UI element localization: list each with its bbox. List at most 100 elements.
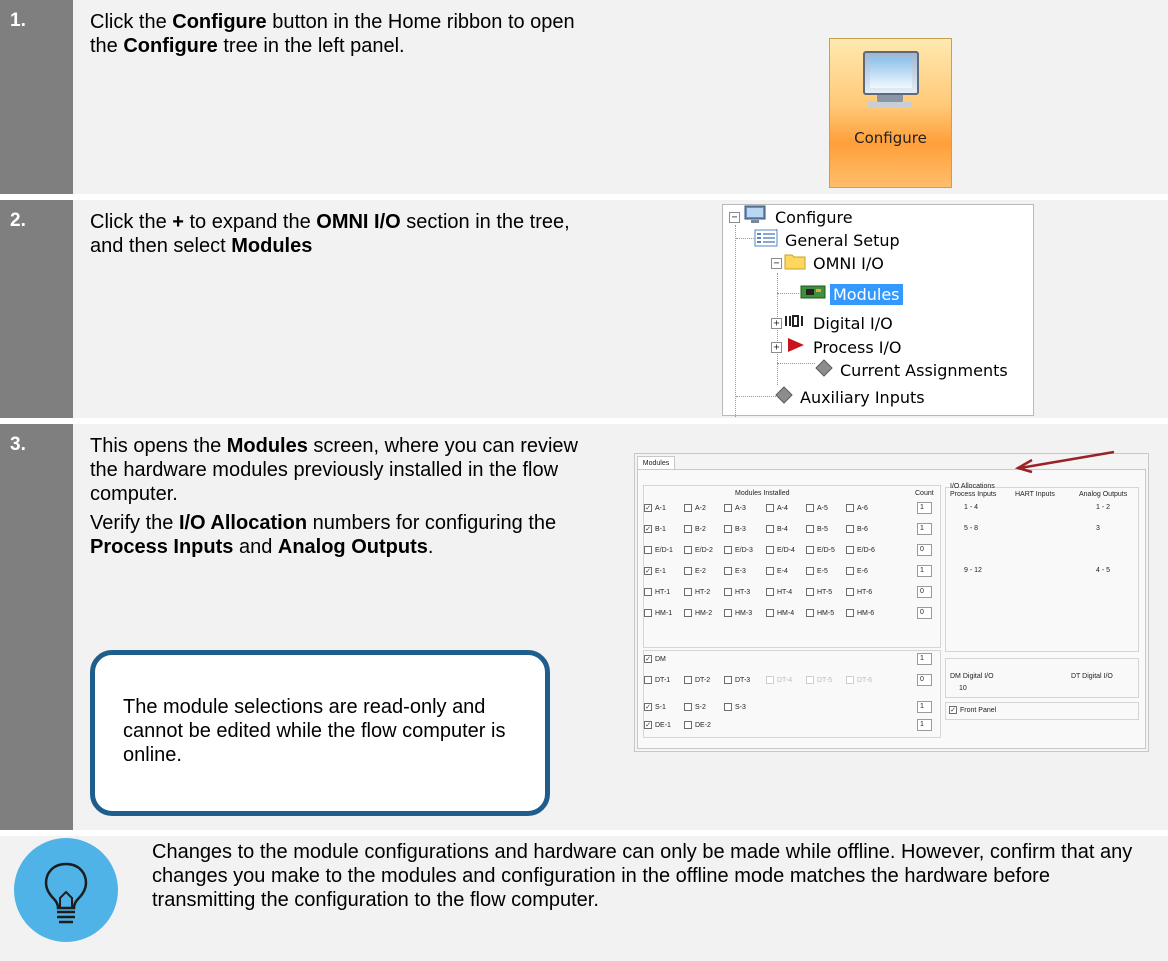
- red-arrow-icon: [1014, 450, 1115, 474]
- tree-label: Configure: [775, 207, 853, 227]
- front-panel-checkbox[interactable]: ✓ Front Panel: [949, 706, 996, 714]
- module-checkbox[interactable]: A-3: [724, 504, 746, 512]
- module-checkbox[interactable]: HM-2: [684, 609, 712, 617]
- modules-tab[interactable]: Modules: [637, 456, 675, 470]
- count-field[interactable]: 1: [917, 653, 932, 665]
- module-checkbox[interactable]: B-6: [846, 525, 868, 533]
- module-checkbox[interactable]: B-5: [806, 525, 828, 533]
- step-number: 1.: [10, 10, 26, 31]
- collapse-toggle[interactable]: −: [729, 211, 740, 223]
- tree-node-process-io[interactable]: + Process I/O: [771, 335, 904, 359]
- module-checkbox[interactable]: HM-5: [806, 609, 834, 617]
- binary-digital-icon: [784, 313, 806, 333]
- text-bold: Modules: [231, 235, 313, 257]
- dt-module-checkbox[interactable]: DT-6: [846, 676, 872, 684]
- count-field[interactable]: 1: [917, 502, 932, 514]
- module-checkbox[interactable]: E/D-2: [684, 546, 713, 554]
- step-number-bar: 1.: [0, 0, 73, 194]
- module-checkbox[interactable]: E/D-5: [806, 546, 835, 554]
- monitor-icon: [742, 205, 768, 229]
- checkbox-label: DM: [655, 655, 666, 663]
- module-checkbox[interactable]: E/D-6: [846, 546, 875, 554]
- de-module-checkbox[interactable]: ✓ DE-1: [644, 721, 671, 729]
- checkbox-label: B-4: [777, 525, 788, 533]
- s-module-checkbox[interactable]: S-2: [684, 703, 706, 711]
- checkbox-label: HT-4: [777, 588, 793, 596]
- checkbox-label: E/D-6: [857, 546, 875, 554]
- count-field[interactable]: 0: [917, 586, 932, 598]
- module-checkbox[interactable]: HT-5: [806, 588, 832, 596]
- expand-toggle[interactable]: +: [771, 341, 782, 353]
- tree-node-omni-io[interactable]: − OMNI I/O: [771, 251, 887, 275]
- dt-module-checkbox[interactable]: DT-1: [644, 676, 670, 684]
- tree-node-auxiliary-inputs[interactable]: Auxiliary Inputs: [775, 385, 928, 409]
- module-checkbox[interactable]: B-4: [766, 525, 788, 533]
- checkbox-label: Front Panel: [960, 706, 997, 714]
- de-module-checkbox[interactable]: DE-2: [684, 721, 711, 729]
- count-field[interactable]: 0: [917, 674, 932, 686]
- collapse-toggle[interactable]: −: [771, 257, 782, 269]
- count-field[interactable]: 0: [917, 607, 932, 619]
- module-checkbox[interactable]: HM-6: [846, 609, 874, 617]
- text-bold: Process Inputs: [90, 536, 234, 558]
- module-checkbox[interactable]: ✓ B-1: [644, 525, 666, 533]
- count-field[interactable]: 0: [917, 544, 932, 556]
- module-checkbox[interactable]: E/D-4: [766, 546, 795, 554]
- module-checkbox[interactable]: HT-6: [846, 588, 872, 596]
- module-checkbox[interactable]: B-3: [724, 525, 746, 533]
- s-module-checkbox[interactable]: ✓ S-1: [644, 703, 666, 711]
- tree-node-modules[interactable]: Modules: [800, 282, 903, 306]
- dt-module-checkbox[interactable]: DT-3: [724, 676, 750, 684]
- module-checkbox[interactable]: A-5: [806, 504, 828, 512]
- module-checkbox[interactable]: E/D-1: [644, 546, 673, 554]
- module-checkbox[interactable]: HT-2: [684, 588, 710, 596]
- module-checkbox[interactable]: E-4: [766, 567, 788, 575]
- s-module-checkbox[interactable]: S-3: [724, 703, 746, 711]
- module-checkbox[interactable]: E/D-3: [724, 546, 753, 554]
- module-checkbox[interactable]: HT-3: [724, 588, 750, 596]
- checkbox-label: HT-1: [655, 588, 671, 596]
- tree-node-general-setup[interactable]: General Setup: [754, 228, 903, 252]
- tree-node-configure[interactable]: − Configure: [729, 205, 856, 229]
- count-field[interactable]: 1: [917, 701, 932, 713]
- module-checkbox[interactable]: E-6: [846, 567, 868, 575]
- expand-toggle[interactable]: +: [771, 317, 782, 329]
- checkbox-label: DT-4: [777, 676, 793, 684]
- checkbox-label: HM-4: [777, 609, 795, 617]
- checkbox-box: [684, 567, 692, 575]
- count-field[interactable]: 1: [917, 523, 932, 535]
- module-checkbox[interactable]: A-4: [766, 504, 788, 512]
- count-field[interactable]: 1: [917, 719, 932, 731]
- checkbox-box: [644, 676, 652, 684]
- process-inputs-range: 5 - 8: [964, 525, 979, 532]
- dt-module-checkbox[interactable]: DT-5: [806, 676, 832, 684]
- step-1-text: Click the Configure button in the Home r…: [90, 10, 600, 58]
- checkbox-label: E/D-4: [777, 546, 795, 554]
- module-checkbox[interactable]: A-2: [684, 504, 706, 512]
- count-field[interactable]: 1: [917, 565, 932, 577]
- checkbox-box: [644, 588, 652, 596]
- dt-module-checkbox[interactable]: DT-4: [766, 676, 792, 684]
- dm-checkbox[interactable]: ✓ DM: [644, 655, 666, 663]
- module-checkbox[interactable]: E-5: [806, 567, 828, 575]
- module-checkbox[interactable]: HM-4: [766, 609, 794, 617]
- module-checkbox[interactable]: HT-1: [644, 588, 670, 596]
- module-checkbox[interactable]: HT-4: [766, 588, 792, 596]
- tree-label: Digital I/O: [813, 313, 893, 333]
- tip-row: Changes to the module configurations and…: [0, 836, 1168, 961]
- checkbox-box: [806, 676, 814, 684]
- module-checkbox[interactable]: ✓ A-1: [644, 504, 666, 512]
- tree-node-digital-io[interactable]: + Digital I/O: [771, 311, 896, 335]
- module-checkbox[interactable]: E-3: [724, 567, 746, 575]
- circuit-board-icon: [800, 283, 826, 305]
- module-checkbox[interactable]: ✓ E-1: [644, 567, 666, 575]
- module-checkbox[interactable]: E-2: [684, 567, 706, 575]
- module-checkbox[interactable]: HM-3: [724, 609, 752, 617]
- checkbox-label: DE-1: [655, 721, 671, 729]
- lightbulb-icon: [14, 838, 118, 942]
- module-checkbox[interactable]: A-6: [846, 504, 868, 512]
- module-checkbox[interactable]: B-2: [684, 525, 706, 533]
- tree-node-current-assignments[interactable]: Current Assignments: [815, 358, 1011, 382]
- module-checkbox[interactable]: HM-1: [644, 609, 672, 617]
- dt-module-checkbox[interactable]: DT-2: [684, 676, 710, 684]
